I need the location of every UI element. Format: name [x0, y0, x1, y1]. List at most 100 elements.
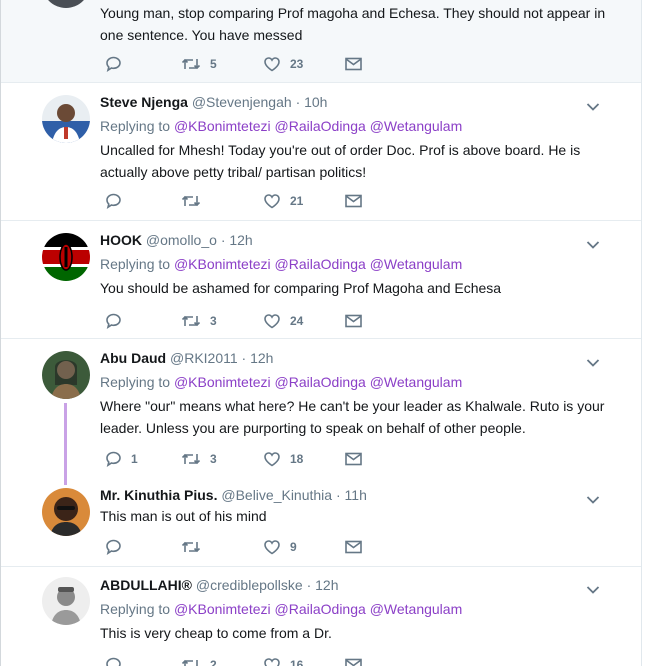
avatar[interactable] [42, 488, 90, 536]
display-name[interactable]: Steve Njenga [100, 94, 188, 110]
heart-icon [263, 539, 281, 555]
mention-link[interactable]: @RailaOdinga [275, 256, 366, 272]
tweet-item[interactable]: Mr. Kinuthia Pius. @Belive_Kinuthia · 11… [1, 479, 641, 567]
mention-link[interactable]: @RailaOdinga [275, 601, 366, 617]
like-count: 23 [290, 57, 304, 71]
tweet-text: Young man, stop comparing Prof magoha an… [100, 5, 606, 43]
tweet-header: HOOK @omollo_o · 12h [100, 232, 253, 248]
reply-button[interactable] [105, 537, 131, 557]
tweet-item[interactable]: HOOK @omollo_o · 12h Replying to @KBonim… [1, 221, 641, 339]
dm-button[interactable] [345, 311, 362, 331]
tweet-item[interactable]: Young man, stop comparing Prof magoha an… [1, 0, 641, 83]
dm-button[interactable] [345, 449, 362, 469]
display-name[interactable]: ABDULLAHI® [100, 577, 192, 593]
chevron-down-icon[interactable] [586, 355, 600, 367]
envelope-icon [345, 452, 362, 466]
timestamp[interactable]: · 12h [242, 350, 274, 366]
dm-button[interactable] [345, 191, 362, 211]
like-button[interactable]: 9 [263, 537, 297, 557]
mention-link[interactable]: @Wetangulam [370, 374, 463, 390]
reply-icon [105, 193, 122, 209]
avatar[interactable] [42, 577, 90, 625]
reply-button[interactable] [105, 311, 131, 331]
mention-link[interactable]: @Wetangulam [370, 601, 463, 617]
mention-link[interactable]: @KBonimtetezi [174, 118, 271, 134]
mention-link[interactable]: @KBonimtetezi [174, 374, 271, 390]
retweet-button[interactable] [181, 537, 210, 557]
mention-link[interactable]: @Wetangulam [370, 256, 463, 272]
display-name[interactable]: Mr. Kinuthia Pius. [100, 487, 217, 503]
like-button[interactable]: 24 [263, 311, 303, 331]
chevron-down-icon[interactable] [586, 99, 600, 111]
display-name[interactable]: Abu Daud [100, 350, 166, 366]
replying-to-label: Replying to [100, 601, 171, 617]
user-handle[interactable]: @RKI2011 [170, 350, 238, 366]
dm-button[interactable] [345, 537, 362, 557]
tweet-text: This is very cheap to come from a Dr. [100, 625, 332, 641]
user-handle[interactable]: @Stevenjengah [192, 94, 292, 110]
retweet-icon [181, 451, 201, 467]
dm-button[interactable] [345, 54, 362, 74]
reply-button[interactable] [105, 191, 131, 211]
chevron-down-icon[interactable] [586, 492, 600, 504]
envelope-icon [345, 540, 362, 554]
timestamp[interactable]: · 11h [336, 487, 367, 503]
mention-link[interactable]: @KBonimtetezi [174, 256, 271, 272]
mention-link[interactable]: @KBonimtetezi [174, 601, 271, 617]
like-button[interactable]: 23 [263, 54, 303, 74]
envelope-icon [345, 57, 362, 71]
dm-button[interactable] [345, 655, 362, 666]
chevron-down-icon[interactable] [586, 582, 600, 594]
tweet-header: Steve Njenga @Stevenjengah · 10h [100, 94, 327, 110]
envelope-icon [345, 658, 362, 666]
heart-icon [263, 451, 281, 467]
scrollbar-track[interactable] [641, 0, 642, 666]
retweet-button[interactable]: 5 [181, 54, 217, 74]
heart-icon [263, 56, 281, 72]
user-handle[interactable]: @Belive_Kinuthia [221, 487, 332, 503]
like-button[interactable]: 16 [263, 655, 303, 666]
reply-button[interactable]: 1 [105, 449, 138, 469]
tweet-item[interactable]: Abu Daud @RKI2011 · 12h Replying to @KBo… [1, 339, 641, 485]
avatar[interactable] [42, 95, 90, 143]
tweet-header: ABDULLAHI® @crediblepollske · 12h [100, 577, 339, 593]
mention-link[interactable]: @Wetangulam [370, 118, 463, 134]
envelope-icon [345, 314, 362, 328]
timestamp[interactable]: · 10h [296, 94, 328, 110]
avatar[interactable] [42, 0, 90, 8]
retweet-icon [181, 313, 201, 329]
timestamp[interactable]: · 12h [307, 577, 339, 593]
user-handle[interactable]: @crediblepollske [196, 577, 303, 593]
tweet-text: You should be ashamed for comparing Prof… [100, 280, 502, 296]
reply-button[interactable] [105, 655, 131, 666]
tweet-item[interactable]: ABDULLAHI® @crediblepollske · 12h Replyi… [1, 567, 641, 666]
chevron-down-icon[interactable] [586, 237, 600, 249]
mention-link[interactable]: @RailaOdinga [275, 118, 366, 134]
reply-button[interactable] [105, 54, 131, 74]
tweet-item[interactable]: Steve Njenga @Stevenjengah · 10h Replyin… [1, 83, 641, 221]
retweet-button[interactable]: 2 [181, 655, 217, 666]
avatar[interactable] [42, 351, 90, 399]
tweet-text: Uncalled for Mhesh! Today you're out of … [100, 142, 581, 180]
replying-to-label: Replying to [100, 118, 171, 134]
retweet-button[interactable]: 3 [181, 449, 217, 469]
like-button[interactable]: 21 [263, 191, 303, 211]
replying-to-label: Replying to [100, 374, 171, 390]
display-name[interactable]: HOOK [100, 232, 142, 248]
like-count: 9 [290, 540, 297, 554]
avatar[interactable] [42, 233, 90, 281]
tweet-header: Mr. Kinuthia Pius. @Belive_Kinuthia · 11… [100, 487, 367, 503]
retweet-button[interactable]: 3 [181, 311, 217, 331]
tweet-header: Abu Daud @RKI2011 · 12h [100, 350, 273, 366]
reply-icon [105, 657, 122, 666]
like-button[interactable]: 18 [263, 449, 303, 469]
thread-connector [64, 403, 67, 485]
heart-icon [263, 657, 281, 666]
timestamp[interactable]: · 12h [221, 232, 253, 248]
like-count: 16 [290, 658, 304, 666]
user-handle[interactable]: @omollo_o [146, 232, 217, 248]
tweet-text: This man is out of his mind [100, 508, 267, 524]
retweet-count: 3 [210, 452, 217, 466]
mention-link[interactable]: @RailaOdinga [275, 374, 366, 390]
retweet-button[interactable] [181, 191, 210, 211]
